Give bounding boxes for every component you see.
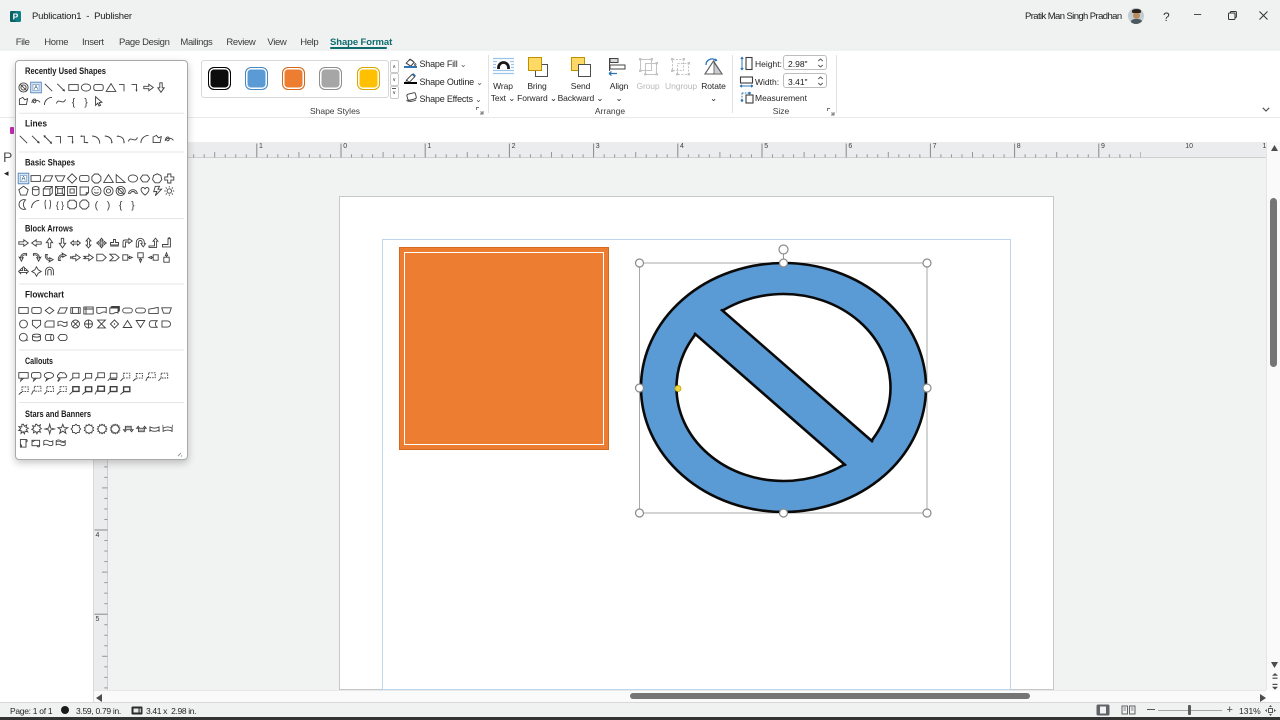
svg-text:(: ( xyxy=(94,199,98,211)
svg-text:{: { xyxy=(55,200,58,211)
svg-text:Callouts: Callouts xyxy=(25,356,53,367)
svg-text:Block Arrows: Block Arrows xyxy=(25,223,73,234)
svg-text:Stars and Banners: Stars and Banners xyxy=(25,409,91,420)
svg-text:Flowchart: Flowchart xyxy=(25,289,65,300)
svg-text:{: { xyxy=(118,199,122,211)
svg-text:Recently Used Shapes: Recently Used Shapes xyxy=(25,66,106,77)
svg-text:A: A xyxy=(33,85,37,91)
svg-text:Basic Shapes: Basic Shapes xyxy=(25,157,75,168)
svg-text:A: A xyxy=(21,176,25,182)
svg-text:{: { xyxy=(71,96,75,108)
svg-text:Lines: Lines xyxy=(25,118,47,129)
svg-text:}: } xyxy=(84,96,88,108)
svg-text:}: } xyxy=(131,199,135,211)
svg-text:P: P xyxy=(13,11,19,21)
svg-text:): ) xyxy=(106,199,110,211)
svg-text:}: } xyxy=(61,200,64,211)
